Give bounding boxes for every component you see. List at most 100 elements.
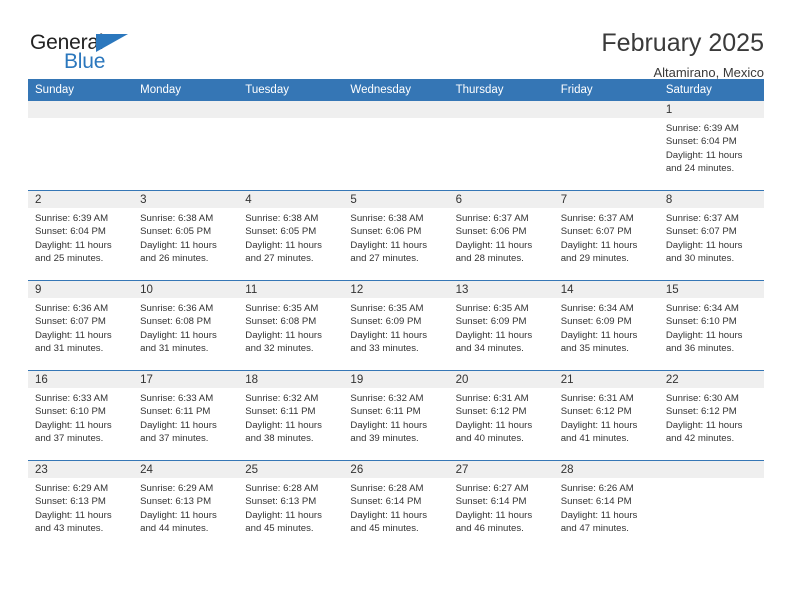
day-number: 1 bbox=[658, 101, 764, 118]
day-number bbox=[658, 461, 764, 478]
day-number: 24 bbox=[133, 461, 239, 478]
day-detail-line: Daylight: 11 hours bbox=[665, 329, 743, 341]
day-detail-line: and 24 minutes. bbox=[665, 162, 735, 174]
day-detail-line: and 27 minutes. bbox=[245, 252, 314, 264]
day-number: 10 bbox=[133, 281, 239, 298]
calendar-day-cell[interactable]: 13 Sunrise: 6:35 AM Sunset: 6:09 PM Dayligh… bbox=[448, 280, 554, 371]
day-detail-line: Sunset: 6:06 PM bbox=[350, 226, 422, 238]
day-detail-line: Sunset: 6:12 PM bbox=[455, 406, 527, 418]
day-number: 8 bbox=[658, 191, 764, 208]
day-detail-line: Daylight: 11 hours bbox=[245, 419, 322, 431]
day-details: Sunrise: 6:29 AM Sunset: 6:13 PM Daylight:… bbox=[133, 478, 238, 535]
calendar-day-cell[interactable]: 14 Sunrise: 6:34 AM Sunset: 6:09 PM Dayligh… bbox=[553, 280, 659, 371]
day-detail-line: Daylight: 11 hours bbox=[665, 239, 743, 251]
calendar-day-cell[interactable]: 15 Sunrise: 6:34 AM Sunset: 6:10 PM Dayligh… bbox=[658, 280, 764, 371]
calendar-day-cell[interactable]: 21 Sunrise: 6:31 AM Sunset: 6:12 PM Dayligh… bbox=[553, 370, 659, 461]
day-detail-line: Sunrise: 6:29 AM bbox=[140, 483, 214, 494]
day-detail-line: Sunset: 6:09 PM bbox=[560, 316, 632, 328]
calendar-day-cell[interactable]: 25 Sunrise: 6:28 AM Sunset: 6:13 PM Dayligh… bbox=[238, 460, 344, 550]
day-number: 28 bbox=[553, 461, 659, 478]
calendar-day-cell[interactable]: 11 Sunrise: 6:35 AM Sunset: 6:08 PM Dayligh… bbox=[238, 280, 344, 371]
day-detail-line: Sunrise: 6:29 AM bbox=[35, 483, 109, 494]
day-details: Sunrise: 6:37 AM Sunset: 6:07 PM Daylight:… bbox=[659, 208, 764, 265]
day-detail-line: Sunset: 6:09 PM bbox=[350, 316, 422, 328]
calendar-day-cell[interactable]: 3 Sunrise: 6:38 AM Sunset: 6:05 PM Daylight… bbox=[133, 190, 239, 281]
day-detail-line: Daylight: 11 hours bbox=[245, 239, 322, 251]
weekday-header-row: Sunday Monday Tuesday Wednesday Thursday… bbox=[28, 79, 764, 101]
day-detail-line: Daylight: 11 hours bbox=[350, 329, 428, 341]
calendar-week-row: 16 Sunrise: 6:33 AM Sunset: 6:10 PM Dayligh… bbox=[28, 370, 764, 461]
day-detail-line: Daylight: 11 hours bbox=[35, 239, 112, 251]
calendar-day-cell[interactable]: 4 Sunrise: 6:38 AM Sunset: 6:05 PM Daylight… bbox=[238, 190, 344, 281]
day-detail-line: Daylight: 11 hours bbox=[350, 239, 428, 251]
day-number bbox=[238, 101, 344, 118]
calendar-day-cell[interactable]: 7 Sunrise: 6:37 AM Sunset: 6:07 PM Daylight… bbox=[553, 190, 659, 281]
day-number: 18 bbox=[238, 371, 344, 388]
day-detail-line: and 38 minutes. bbox=[245, 432, 314, 444]
day-detail-line: and 29 minutes. bbox=[560, 252, 629, 264]
day-number: 22 bbox=[658, 371, 764, 388]
day-detail-line: and 34 minutes. bbox=[455, 342, 524, 354]
day-detail-line: Sunrise: 6:36 AM bbox=[35, 303, 109, 314]
day-details: Sunrise: 6:35 AM Sunset: 6:08 PM Daylight:… bbox=[238, 298, 343, 355]
day-detail-line: Sunset: 6:09 PM bbox=[455, 316, 527, 328]
day-detail-line: and 26 minutes. bbox=[140, 252, 209, 264]
day-details: Sunrise: 6:39 AM Sunset: 6:04 PM Daylight:… bbox=[659, 118, 764, 175]
calendar-day-cell[interactable]: 1 Sunrise: 6:39 AM Sunset: 6:04 PM Daylight… bbox=[658, 101, 764, 191]
day-detail-line: Daylight: 11 hours bbox=[350, 419, 428, 431]
calendar-day-cell[interactable]: 28 Sunrise: 6:26 AM Sunset: 6:14 PM Dayligh… bbox=[553, 460, 659, 550]
calendar-day-cell[interactable]: 8 Sunrise: 6:37 AM Sunset: 6:07 PM Daylight… bbox=[658, 190, 764, 281]
day-detail-line: and 27 minutes. bbox=[350, 252, 419, 264]
day-detail-line: Daylight: 11 hours bbox=[455, 419, 533, 431]
calendar-day-cell[interactable]: 9 Sunrise: 6:36 AM Sunset: 6:07 PM Daylight… bbox=[28, 280, 134, 371]
calendar-day-cell[interactable]: 16 Sunrise: 6:33 AM Sunset: 6:10 PM Dayligh… bbox=[28, 370, 134, 461]
day-details: Sunrise: 6:36 AM Sunset: 6:08 PM Daylight:… bbox=[133, 298, 238, 355]
day-detail-line: and 35 minutes. bbox=[560, 342, 629, 354]
calendar-day-cell[interactable]: 2 Sunrise: 6:39 AM Sunset: 6:04 PM Daylight… bbox=[28, 190, 134, 281]
page-subtitle: Altamirano, Mexico bbox=[653, 64, 764, 80]
calendar-day-cell[interactable]: 6 Sunrise: 6:37 AM Sunset: 6:06 PM Daylight… bbox=[448, 190, 554, 281]
day-detail-line: Sunrise: 6:32 AM bbox=[350, 393, 424, 404]
day-detail-line: and 31 minutes. bbox=[35, 342, 104, 354]
calendar-day-cell[interactable]: 5 Sunrise: 6:38 AM Sunset: 6:06 PM Daylight… bbox=[343, 190, 449, 281]
day-detail-line: and 36 minutes. bbox=[665, 342, 735, 354]
day-detail-line: Sunset: 6:14 PM bbox=[455, 496, 527, 508]
day-number bbox=[553, 101, 659, 118]
day-detail-line: Daylight: 11 hours bbox=[455, 509, 533, 521]
day-details: Sunrise: 6:28 AM Sunset: 6:14 PM Daylight:… bbox=[343, 478, 448, 535]
calendar-day-cell[interactable]: 24 Sunrise: 6:29 AM Sunset: 6:13 PM Dayligh… bbox=[133, 460, 239, 550]
day-number: 14 bbox=[553, 281, 659, 298]
day-number: 12 bbox=[343, 281, 449, 298]
calendar-grid: Sunday Monday Tuesday Wednesday Thursday… bbox=[28, 79, 764, 550]
calendar-page: General Blue February 2025 Altamirano, M… bbox=[0, 0, 792, 612]
calendar-day-cell[interactable]: 26 Sunrise: 6:28 AM Sunset: 6:14 PM Dayligh… bbox=[343, 460, 449, 550]
day-detail-line: Sunset: 6:10 PM bbox=[35, 406, 106, 418]
calendar-day-cell[interactable]: 17 Sunrise: 6:33 AM Sunset: 6:11 PM Dayligh… bbox=[133, 370, 239, 461]
day-detail-line: Daylight: 11 hours bbox=[560, 509, 638, 521]
day-detail-line: Sunset: 6:13 PM bbox=[245, 496, 317, 508]
calendar-day-cell[interactable]: 12 Sunrise: 6:35 AM Sunset: 6:09 PM Dayligh… bbox=[343, 280, 449, 371]
day-detail-line: Sunset: 6:07 PM bbox=[560, 226, 632, 238]
calendar-day-cell[interactable]: 19 Sunrise: 6:32 AM Sunset: 6:11 PM Dayligh… bbox=[343, 370, 449, 461]
day-detail-line: and 41 minutes. bbox=[560, 432, 629, 444]
day-detail-line: Sunrise: 6:39 AM bbox=[665, 123, 739, 134]
general-blue-logo: General Blue bbox=[28, 30, 148, 76]
calendar-day-cell[interactable]: 27 Sunrise: 6:27 AM Sunset: 6:14 PM Dayligh… bbox=[448, 460, 554, 550]
day-number: 21 bbox=[553, 371, 659, 388]
weekday-header-friday: Friday bbox=[553, 79, 659, 101]
day-detail-line: Sunset: 6:14 PM bbox=[350, 496, 422, 508]
calendar-empty-cell bbox=[238, 101, 344, 191]
calendar-day-cell[interactable]: 18 Sunrise: 6:32 AM Sunset: 6:11 PM Dayligh… bbox=[238, 370, 344, 461]
day-detail-line: and 32 minutes. bbox=[245, 342, 314, 354]
calendar-week-row: 1 Sunrise: 6:39 AM Sunset: 6:04 PM Daylight… bbox=[28, 101, 764, 191]
calendar-day-cell[interactable]: 22 Sunrise: 6:30 AM Sunset: 6:12 PM Dayligh… bbox=[658, 370, 764, 461]
day-number: 19 bbox=[343, 371, 449, 388]
calendar-day-cell[interactable]: 10 Sunrise: 6:36 AM Sunset: 6:08 PM Dayligh… bbox=[133, 280, 239, 371]
calendar-day-cell[interactable]: 23 Sunrise: 6:29 AM Sunset: 6:13 PM Dayligh… bbox=[28, 460, 134, 550]
calendar-empty-cell bbox=[343, 101, 449, 191]
calendar-day-cell[interactable]: 20 Sunrise: 6:31 AM Sunset: 6:12 PM Dayligh… bbox=[448, 370, 554, 461]
day-number: 9 bbox=[28, 281, 134, 298]
day-number: 3 bbox=[133, 191, 239, 208]
day-detail-line: Daylight: 11 hours bbox=[140, 509, 217, 521]
day-detail-line: and 31 minutes. bbox=[140, 342, 209, 354]
